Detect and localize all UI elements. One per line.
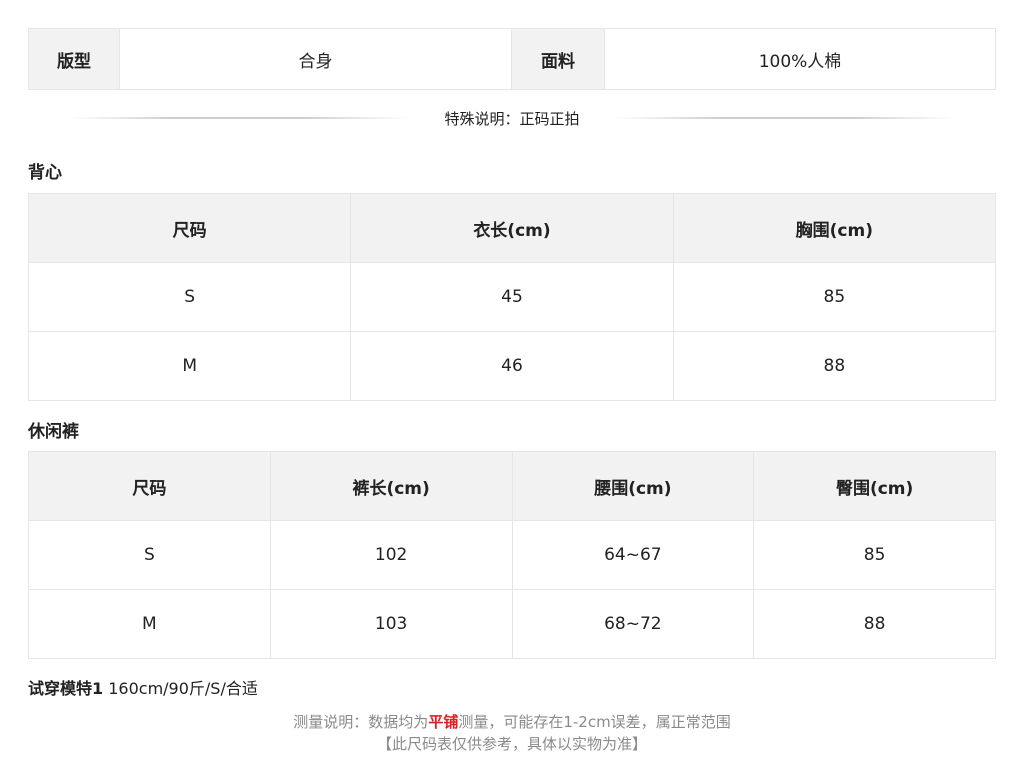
measurement-note-line2: 【此尺码表仅供参考，具体以实物为准】 (376, 735, 647, 753)
fit-value: 合身 (120, 29, 512, 89)
table-header-row: 尺码 衣长(cm) 胸围(cm) (27, 193, 997, 263)
column-header: 裤长(cm) (269, 451, 513, 521)
column-header: 臀围(cm) (753, 451, 996, 521)
divider-line-right (615, 117, 956, 119)
table-row: S 45 85 (27, 262, 997, 332)
table-cell: S (27, 262, 352, 332)
measurement-note: 测量说明：数据均为平铺测量，可能存在1-2cm误差，属正常范围 【此尺码表仅供参… (0, 711, 1024, 755)
table-cell: 46 (350, 331, 674, 401)
table-cell: 88 (672, 331, 997, 401)
table-cell: 102 (269, 520, 513, 590)
model-info: 试穿模特1 160cm/90斤/S/合适 (28, 675, 258, 699)
table-cell: S (28, 520, 271, 590)
table-cell: 85 (753, 520, 996, 590)
measurement-note-line1: 测量说明：数据均为平铺测量，可能存在1-2cm误差，属正常范围 (0, 711, 1024, 733)
special-note: 特殊说明：正码正拍 (444, 109, 580, 128)
column-header: 胸围(cm) (672, 193, 997, 263)
table-cell: 64~67 (511, 520, 755, 590)
vest-section-title: 背心 (28, 163, 62, 183)
table-cell: 103 (269, 589, 513, 659)
table-header-row: 尺码 裤长(cm) 腰围(cm) 臀围(cm) (28, 451, 996, 521)
column-header: 尺码 (28, 451, 271, 521)
fit-label: 版型 (29, 29, 120, 89)
table-cell: 88 (753, 589, 996, 659)
table-cell: 85 (672, 262, 997, 332)
note-highlight: 平铺 (428, 713, 459, 731)
fabric-value: 100%人棉 (758, 51, 842, 72)
pants-section-title: 休闲裤 (28, 422, 79, 442)
divider-line-left (68, 117, 409, 119)
table-row: S 102 64~67 85 (28, 520, 996, 590)
column-header: 腰围(cm) (511, 451, 755, 521)
table-cell: 45 (350, 262, 674, 332)
note-prefix: 测量说明：数据均为 (293, 713, 429, 731)
product-info-table: 版型 合身 面料 100%人棉 (28, 28, 996, 90)
table-cell: 68~72 (511, 589, 755, 659)
model-detail: 160cm/90斤/S/合适 (108, 679, 258, 698)
table-row: M 46 88 (27, 331, 997, 401)
column-header: 尺码 (27, 193, 352, 263)
note-suffix: 测量，可能存在1-2cm误差，属正常范围 (458, 713, 731, 731)
table-cell: M (27, 331, 352, 401)
special-note-divider: 特殊说明：正码正拍 (60, 103, 964, 133)
fabric-label: 面料 (512, 29, 605, 89)
column-header: 衣长(cm) (350, 193, 674, 263)
table-cell: M (28, 589, 271, 659)
table-row: M 103 68~72 88 (28, 589, 996, 659)
pants-size-table: 尺码 裤长(cm) 腰围(cm) 臀围(cm) S 102 64~67 85 M… (28, 451, 996, 659)
vest-size-table: 尺码 衣长(cm) 胸围(cm) S 45 85 M 46 88 (27, 193, 997, 401)
model-label: 试穿模特1 (28, 679, 104, 698)
